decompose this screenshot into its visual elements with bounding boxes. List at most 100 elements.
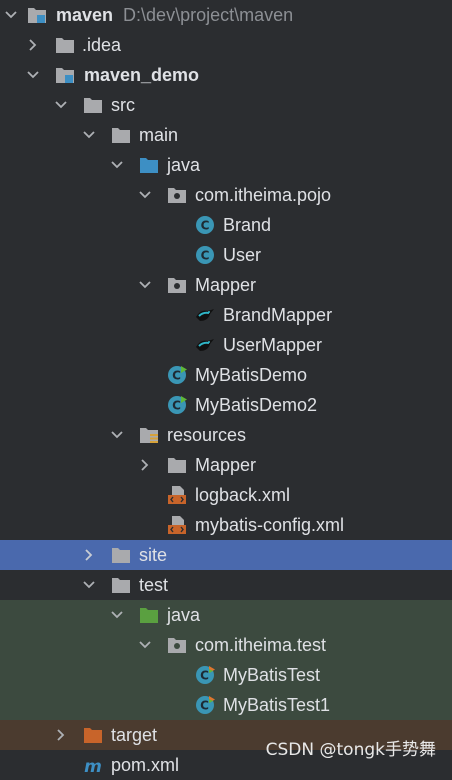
tree-row-resources[interactable]: resources <box>0 420 452 450</box>
test-source-folder-icon <box>138 605 160 625</box>
mybatis-bird-icon <box>194 335 216 355</box>
src-label: src <box>111 95 135 115</box>
chevron-right-icon[interactable] <box>82 548 96 562</box>
root-path: D:\dev\project\maven <box>123 5 294 25</box>
svg-text:C: C <box>172 399 181 413</box>
resources-folder-icon <box>138 425 160 445</box>
tree-row-maven[interactable]: maven D:\dev\project\maven <box>0 0 452 30</box>
site-label: site <box>139 545 168 565</box>
package-icon <box>166 635 188 655</box>
test-java-label: java <box>167 605 201 625</box>
mybatis-test-label: MyBatisTest <box>223 665 321 685</box>
tree-row-site[interactable]: site <box>0 540 452 570</box>
brand-label: Brand <box>223 215 272 235</box>
tree-row-src[interactable]: src <box>0 90 452 120</box>
chevron-down-icon[interactable] <box>26 68 40 82</box>
tree-row-maven-demo[interactable]: maven_demo <box>0 60 452 90</box>
logback-label: logback.xml <box>195 485 291 505</box>
class-icon: C <box>194 245 216 265</box>
resources-label: resources <box>167 425 247 445</box>
xml-file-icon <box>166 515 188 535</box>
chevron-down-icon[interactable] <box>82 128 96 142</box>
svg-text:m: m <box>84 757 102 775</box>
excluded-folder-icon <box>82 725 104 745</box>
mybatis-config-label: mybatis-config.xml <box>195 515 345 535</box>
tree-row-mybatis-config[interactable]: mybatis-config.xml <box>0 510 452 540</box>
tree-row-resources-mapper[interactable]: Mapper <box>0 450 452 480</box>
tree-row-java[interactable]: java <box>0 150 452 180</box>
tree-row-user-mapper[interactable]: UserMapper <box>0 330 452 360</box>
chevron-down-icon[interactable] <box>4 8 18 22</box>
folder-icon <box>110 125 132 145</box>
idea-label: .idea <box>82 35 122 55</box>
user-mapper-label: UserMapper <box>223 335 323 355</box>
mapper-package-label: Mapper <box>195 275 257 295</box>
tree-row-mybatis-test[interactable]: C MyBatisTest <box>0 660 452 690</box>
pojo-package-label: com.itheima.pojo <box>195 185 332 205</box>
java-label: java <box>167 155 201 175</box>
module-folder-icon <box>54 65 76 85</box>
chevron-down-icon[interactable] <box>82 578 96 592</box>
tree-row-mybatis-demo[interactable]: C MyBatisDemo <box>0 360 452 390</box>
root-label: maven D:\dev\project\maven <box>56 5 294 25</box>
folder-icon <box>110 575 132 595</box>
chevron-right-icon[interactable] <box>26 38 40 52</box>
target-label: target <box>111 725 158 745</box>
chevron-down-icon[interactable] <box>138 638 152 652</box>
source-folder-icon <box>138 155 160 175</box>
main-label: main <box>139 125 179 145</box>
tree-row-test-package[interactable]: com.itheima.test <box>0 630 452 660</box>
svg-text:C: C <box>201 219 210 233</box>
tree-row-pojo-package[interactable]: com.itheima.pojo <box>0 180 452 210</box>
chevron-down-icon[interactable] <box>110 428 124 442</box>
user-label: User <box>223 245 262 265</box>
watermark: CSDN @tongk手势舞 <box>265 740 436 760</box>
svg-text:C: C <box>200 669 209 683</box>
brand-mapper-label: BrandMapper <box>223 305 333 325</box>
test-class-icon: C <box>194 695 216 715</box>
tree-row-mybatis-demo2[interactable]: C MyBatisDemo2 <box>0 390 452 420</box>
test-label: test <box>139 575 169 595</box>
svg-text:C: C <box>200 699 209 713</box>
tree-row-brand[interactable]: C Brand <box>0 210 452 240</box>
chevron-down-icon[interactable] <box>54 98 68 112</box>
project-tree: maven D:\dev\project\maven .idea maven_de… <box>0 0 452 780</box>
tree-row-brand-mapper[interactable]: BrandMapper <box>0 300 452 330</box>
mybatis-demo2-label: MyBatisDemo2 <box>195 395 318 415</box>
folder-icon <box>54 35 76 55</box>
mybatis-test1-label: MyBatisTest1 <box>223 695 331 715</box>
tree-row-test[interactable]: test <box>0 570 452 600</box>
chevron-down-icon[interactable] <box>110 158 124 172</box>
module-folder-icon <box>26 5 48 25</box>
resources-mapper-label: Mapper <box>195 455 257 475</box>
folder-icon <box>166 455 188 475</box>
chevron-down-icon[interactable] <box>110 608 124 622</box>
chevron-down-icon[interactable] <box>138 188 152 202</box>
module-label: maven_demo <box>84 65 200 85</box>
test-package-label: com.itheima.test <box>195 635 327 655</box>
chevron-right-icon[interactable] <box>138 458 152 472</box>
tree-row-main[interactable]: main <box>0 120 452 150</box>
mybatis-demo-label: MyBatisDemo <box>195 365 308 385</box>
pom-label: pom.xml <box>111 755 180 775</box>
tree-row-logback[interactable]: logback.xml <box>0 480 452 510</box>
svg-text:C: C <box>201 249 210 263</box>
mybatis-bird-icon <box>194 305 216 325</box>
folder-icon <box>82 95 104 115</box>
tree-row-user[interactable]: C User <box>0 240 452 270</box>
maven-file-icon: m <box>82 755 104 775</box>
xml-file-icon <box>166 485 188 505</box>
folder-icon <box>110 545 132 565</box>
chevron-right-icon[interactable] <box>54 728 68 742</box>
test-class-icon: C <box>194 665 216 685</box>
svg-text:C: C <box>172 369 181 383</box>
tree-row-mapper-package[interactable]: Mapper <box>0 270 452 300</box>
tree-row-mybatis-test1[interactable]: C MyBatisTest1 <box>0 690 452 720</box>
tree-row-test-java[interactable]: java <box>0 600 452 630</box>
runnable-class-icon: C <box>166 365 188 385</box>
chevron-down-icon[interactable] <box>138 278 152 292</box>
tree-row-idea[interactable]: .idea <box>0 30 452 60</box>
runnable-class-icon: C <box>166 395 188 415</box>
class-icon: C <box>194 215 216 235</box>
package-icon <box>166 185 188 205</box>
